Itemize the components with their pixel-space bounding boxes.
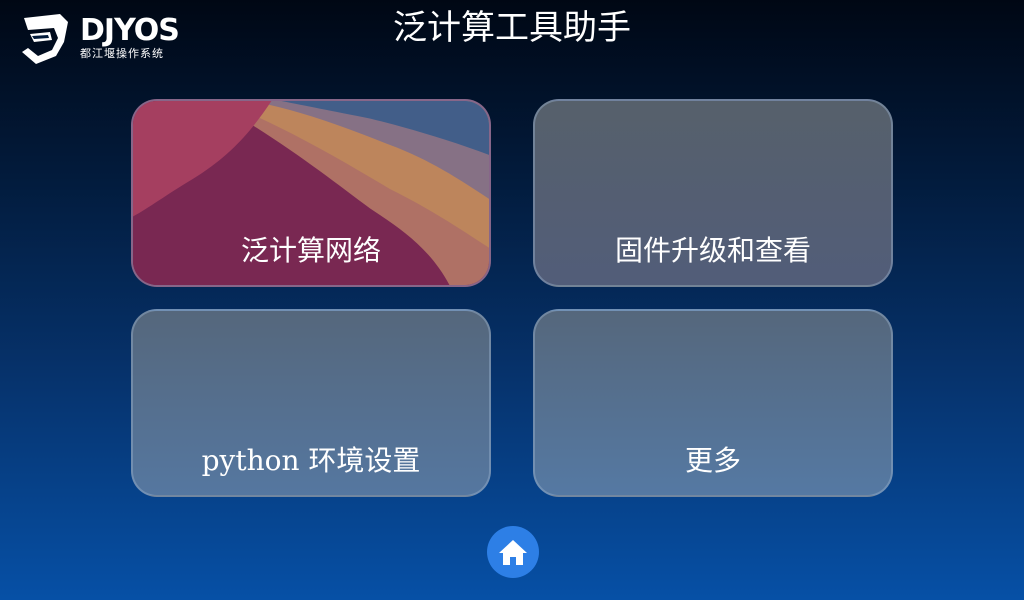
home-icon [499, 540, 527, 565]
tile-firmware-label: 固件升级和查看 [614, 234, 811, 267]
tile-network-label: 泛计算网络 [240, 234, 381, 267]
tile-more-label: 更多 [684, 444, 741, 477]
home-button[interactable] [487, 526, 539, 578]
tile-python-env[interactable]: python 环境设置 [131, 309, 491, 497]
tile-more[interactable]: 更多 [533, 309, 893, 497]
tile-python-env-label: python 环境设置 [201, 444, 421, 477]
tile-network[interactable]: 泛计算网络 [131, 99, 491, 287]
tile-firmware[interactable]: 固件升级和查看 [533, 99, 893, 287]
page-title: 泛计算工具助手 [393, 8, 631, 48]
